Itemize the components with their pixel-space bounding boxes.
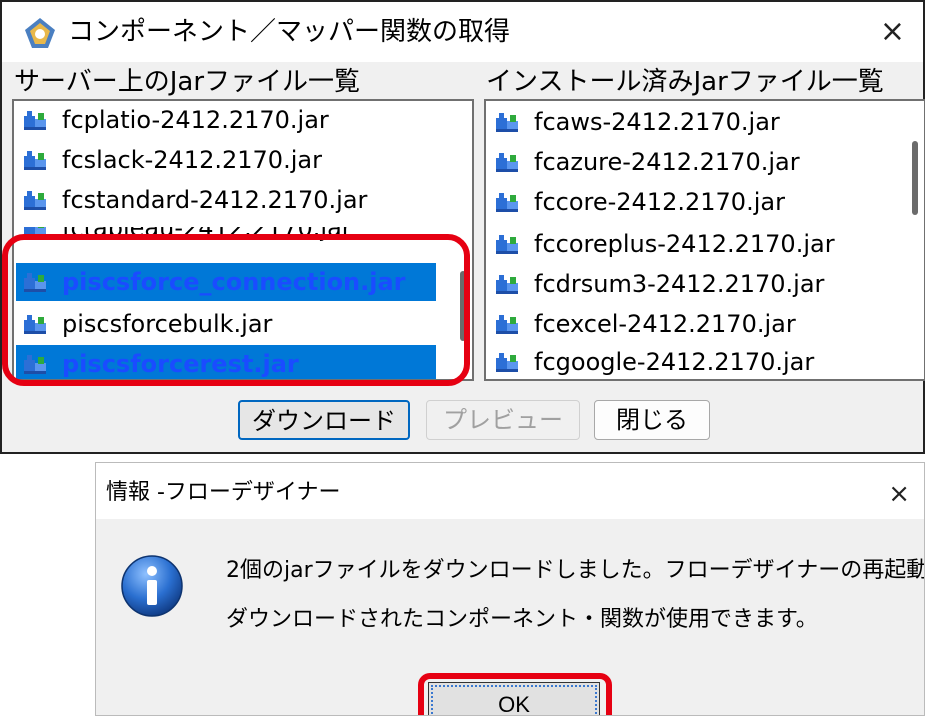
jar-file-icon (22, 107, 50, 133)
list-item[interactable]: fccore-2412.2170.jar (488, 183, 908, 221)
close-button[interactable]: 閉じる (594, 400, 710, 440)
jar-file-icon (494, 311, 522, 337)
list-item-label: fcazure-2412.2170.jar (534, 148, 800, 176)
jar-file-icon (494, 149, 522, 175)
list-item[interactable]: fcgoogle-2412.2170.jar (488, 343, 908, 379)
jar-file-icon (22, 187, 50, 213)
jar-file-icon (494, 109, 522, 135)
list-item[interactable]: fcdrsum3-2412.2170.jar (488, 265, 908, 303)
list-item-label: fcexcel-2412.2170.jar (534, 310, 796, 338)
list-item-label: fcgoogle-2412.2170.jar (534, 348, 815, 376)
scrollbar-thumb[interactable] (912, 141, 918, 215)
info-message-line-1: 2個のjarファイルをダウンロードしました。フローデザイナーの再起動後、 (226, 558, 925, 583)
list-item-label: fccoreplus-2412.2170.jar (534, 230, 835, 258)
jar-file-icon (22, 147, 50, 173)
jar-file-icon (494, 271, 522, 297)
list-item[interactable]: fcaws-2412.2170.jar (488, 103, 908, 141)
selection-highlight-box (2, 234, 470, 386)
info-dialog: 情報 -フローデザイナー × 2個のjarファイルをダウンロードしました。フロー… (95, 462, 925, 716)
list-item-label: fccore-2412.2170.jar (534, 188, 785, 216)
app-icon (25, 18, 55, 48)
list-item-label: fcaws-2412.2170.jar (534, 108, 780, 136)
list-item[interactable]: fccoreplus-2412.2170.jar (488, 225, 908, 263)
title-bar: コンポーネント／マッパー関数の取得 × (2, 2, 923, 62)
list-item[interactable]: fcslack-2412.2170.jar (16, 141, 436, 179)
info-dialog-title: 情報 -フローデザイナー (106, 480, 341, 505)
download-button[interactable]: ダウンロード (238, 400, 410, 440)
list-item-label: fcstandard-2412.2170.jar (62, 186, 368, 214)
close-icon[interactable]: × (880, 17, 905, 47)
close-icon[interactable]: × (888, 479, 910, 509)
ok-highlight-box (418, 673, 612, 715)
list-item-label: fcdrsum3-2412.2170.jar (534, 270, 825, 298)
installed-jar-list[interactable]: fcaws-2412.2170.jar fcazure-2412.2170.ja… (484, 99, 925, 381)
info-dialog-body: 2個のjarファイルをダウンロードしました。フローデザイナーの再起動後、 ダウン… (96, 519, 925, 715)
info-message-line-2: ダウンロードされたコンポーネント・関数が使用できます。 (226, 607, 818, 632)
dialog-title: コンポーネント／マッパー関数の取得 (68, 17, 511, 47)
server-jar-list-label: サーバー上のJarファイル一覧 (14, 65, 361, 101)
list-item[interactable]: fcstandard-2412.2170.jar (16, 181, 436, 219)
component-download-dialog: コンポーネント／マッパー関数の取得 × サーバー上のJarファイル一覧 インスト… (0, 0, 925, 454)
jar-file-icon (494, 349, 522, 375)
info-icon (121, 555, 183, 617)
jar-file-icon (494, 189, 522, 215)
list-item[interactable]: fcazure-2412.2170.jar (488, 143, 908, 181)
list-item-label: fcslack-2412.2170.jar (62, 146, 322, 174)
list-item[interactable]: fcexcel-2412.2170.jar (488, 305, 908, 343)
installed-jar-list-label: インストール済みJarファイル一覧 (486, 65, 884, 101)
list-item-label: fcplatio-2412.2170.jar (62, 106, 329, 134)
jar-file-icon (494, 231, 522, 257)
list-item[interactable]: fcplatio-2412.2170.jar (16, 101, 436, 139)
preview-button: プレビュー (426, 400, 580, 440)
